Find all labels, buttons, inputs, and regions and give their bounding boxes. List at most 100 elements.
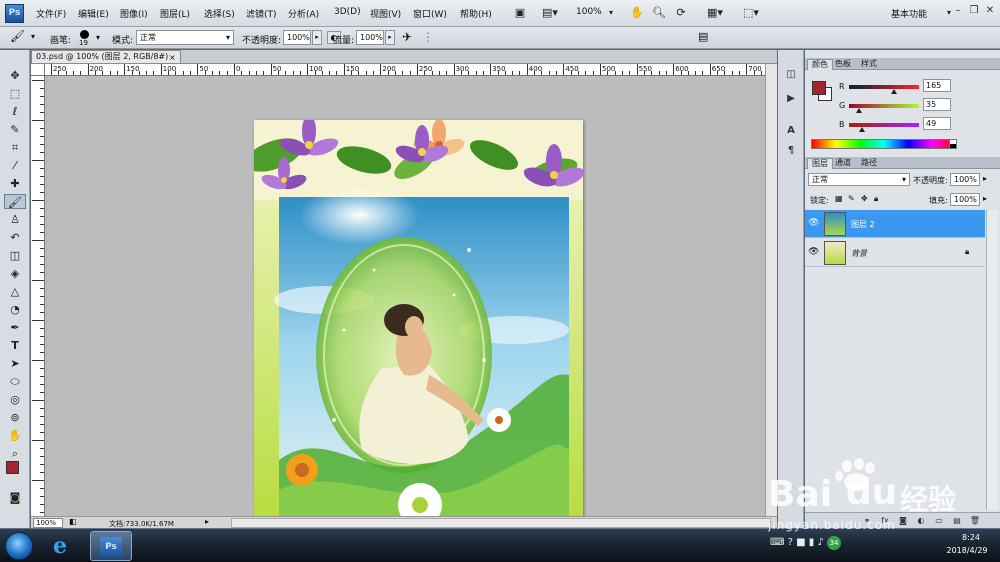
blur-tool-icon[interactable]: △: [4, 284, 26, 299]
new-group-icon[interactable]: ▭: [933, 515, 945, 527]
arrange-documents-icon[interactable]: ▦▾: [702, 4, 728, 22]
start-button[interactable]: [5, 532, 33, 560]
type-tool-icon[interactable]: T: [4, 338, 26, 353]
visibility-eye-icon[interactable]: 👁︎: [808, 247, 819, 257]
shape-tool-icon[interactable]: ⬭: [4, 374, 26, 389]
layer-opacity-input[interactable]: 100%: [950, 173, 980, 186]
channel-b-slider[interactable]: [849, 123, 919, 132]
menu-view[interactable]: 视图(V): [370, 7, 401, 20]
zoom-dropdown-icon[interactable]: ▾: [606, 4, 616, 22]
marquee-tool-icon[interactable]: ⬚: [4, 86, 26, 101]
link-layers-icon[interactable]: ⚭: [861, 515, 873, 527]
hand-tool-icon[interactable]: ✋: [4, 428, 26, 443]
move-tool-icon[interactable]: ✥: [4, 68, 26, 83]
tray-app-icon[interactable]: ■: [796, 537, 805, 548]
character-panel-icon[interactable]: A: [783, 124, 799, 138]
tab-layers[interactable]: 图层: [807, 158, 833, 169]
tab-swatches[interactable]: 色板: [831, 59, 855, 70]
path-selection-tool-icon[interactable]: ➤: [4, 356, 26, 371]
clock-date[interactable]: 2018/4/29: [941, 546, 993, 555]
ruler-origin[interactable]: [31, 64, 45, 76]
fill-slider-icon[interactable]: ▸: [983, 194, 987, 203]
channel-g-input[interactable]: 35: [923, 98, 951, 111]
tab-color[interactable]: 颜色: [807, 59, 833, 70]
lock-all-icon[interactable]: 🔒︎: [874, 194, 878, 204]
channel-g-knob[interactable]: [855, 108, 862, 113]
eraser-tool-icon[interactable]: ◫: [4, 248, 26, 263]
channel-r-knob[interactable]: [891, 89, 898, 94]
airbrush-icon[interactable]: ✈︎: [402, 30, 412, 44]
channel-g-slider[interactable]: [849, 104, 919, 113]
layers-scrollbar[interactable]: [986, 210, 998, 510]
brush-picker-dropdown-icon[interactable]: ▾: [96, 33, 100, 42]
channel-b-knob[interactable]: [859, 127, 866, 132]
layer-style-icon[interactable]: fx: [879, 515, 891, 527]
channel-b-input[interactable]: 49: [923, 117, 951, 130]
spot-healing-tool-icon[interactable]: ✚: [4, 176, 26, 191]
menu-3d[interactable]: 3D(D): [334, 7, 361, 17]
menu-image[interactable]: 图像(I): [120, 7, 148, 20]
help-icon[interactable]: ?: [788, 537, 793, 548]
document-tab[interactable]: 03.psd @ 100% (图层 2, RGB/8#) ×: [31, 50, 181, 64]
screen-mode-icon[interactable]: ⬚▾: [738, 4, 764, 22]
delete-layer-icon[interactable]: 🗑︎: [969, 515, 981, 527]
vertical-scrollbar[interactable]: [765, 64, 777, 516]
history-brush-tool-icon[interactable]: ↶: [4, 230, 26, 245]
quick-mask-icon[interactable]: ◙: [4, 490, 26, 505]
opacity-input[interactable]: 100%: [283, 30, 311, 45]
restore-icon[interactable]: ❐: [966, 3, 982, 19]
tray-badge[interactable]: 34: [827, 536, 842, 550]
paragraph-panel-icon[interactable]: ¶: [783, 144, 799, 158]
3d-rotate-tool-icon[interactable]: ◎: [4, 392, 26, 407]
brush-tip-icon[interactable]: [80, 30, 89, 39]
mode-select[interactable]: 正常 ▾: [136, 30, 234, 45]
brush-panel-toggle-icon[interactable]: ▤: [698, 30, 708, 43]
3d-orbit-tool-icon[interactable]: ⊚: [4, 410, 26, 425]
taskbar-photoshop[interactable]: Ps: [90, 531, 132, 561]
tab-channels[interactable]: 通道: [831, 158, 855, 169]
canvas-area[interactable]: [45, 76, 765, 528]
keyboard-icon[interactable]: ⌨: [770, 537, 784, 548]
menu-layer[interactable]: 图层(L): [160, 7, 190, 20]
zoom-tool-icon[interactable]: 🔍︎: [650, 4, 668, 22]
opacity-slider-icon[interactable]: ▸: [312, 30, 322, 45]
close-icon[interactable]: ✕: [982, 3, 998, 19]
add-mask-icon[interactable]: ◙: [897, 515, 909, 527]
layer-row-background[interactable]: 👁︎ 背景 🔒︎: [805, 239, 985, 267]
clone-stamp-tool-icon[interactable]: ♙: [4, 212, 26, 227]
status-zoom-field[interactable]: 100%: [33, 518, 63, 528]
flow-slider-icon[interactable]: ▸: [385, 30, 395, 45]
blend-mode-select[interactable]: 正常 ▾: [808, 173, 910, 186]
clock-time[interactable]: 8:24: [951, 533, 991, 542]
zoom-level[interactable]: 100%: [576, 7, 602, 17]
quick-selection-tool-icon[interactable]: ✎: [4, 122, 26, 137]
network-icon[interactable]: ▮: [809, 537, 815, 548]
crop-tool-icon[interactable]: ⌗: [4, 140, 26, 155]
eyedropper-tool-icon[interactable]: ⁄: [4, 158, 26, 173]
menu-select[interactable]: 选择(S): [204, 7, 235, 20]
volume-icon[interactable]: ♪: [817, 537, 823, 548]
poster-artwork[interactable]: [254, 120, 583, 528]
taskbar-ie[interactable]: e: [44, 531, 86, 561]
tab-styles[interactable]: 样式: [857, 59, 881, 70]
lock-transparency-icon[interactable]: ▦: [835, 194, 843, 203]
color-spectrum-bar[interactable]: [811, 139, 957, 149]
status-preview-icon[interactable]: ◧: [69, 517, 77, 526]
menu-edit[interactable]: 编辑(E): [78, 7, 109, 20]
actions-panel-icon[interactable]: ▶: [783, 92, 799, 106]
minimize-icon[interactable]: –: [950, 3, 966, 19]
view-extras-icon[interactable]: ▤▾: [536, 4, 564, 22]
brush-tool-icon[interactable]: 🖌︎: [4, 194, 26, 209]
paint-bucket-tool-icon[interactable]: ◈: [4, 266, 26, 281]
menu-analysis[interactable]: 分析(A): [288, 7, 319, 20]
lock-pixels-icon[interactable]: ✎: [848, 194, 855, 203]
black-white-swatch[interactable]: [949, 139, 957, 149]
hand-tool-icon[interactable]: ✋: [628, 4, 646, 22]
lasso-tool-icon[interactable]: ℓ: [4, 104, 26, 119]
foreground-color-swatch[interactable]: [6, 461, 19, 474]
status-menu-icon[interactable]: ▸: [205, 517, 209, 526]
new-layer-icon[interactable]: ▤: [951, 515, 963, 527]
rotate-view-icon[interactable]: ⟳: [672, 4, 690, 22]
layer-opacity-slider-icon[interactable]: ▸: [983, 174, 987, 183]
pen-tool-icon[interactable]: ✒: [4, 320, 26, 335]
